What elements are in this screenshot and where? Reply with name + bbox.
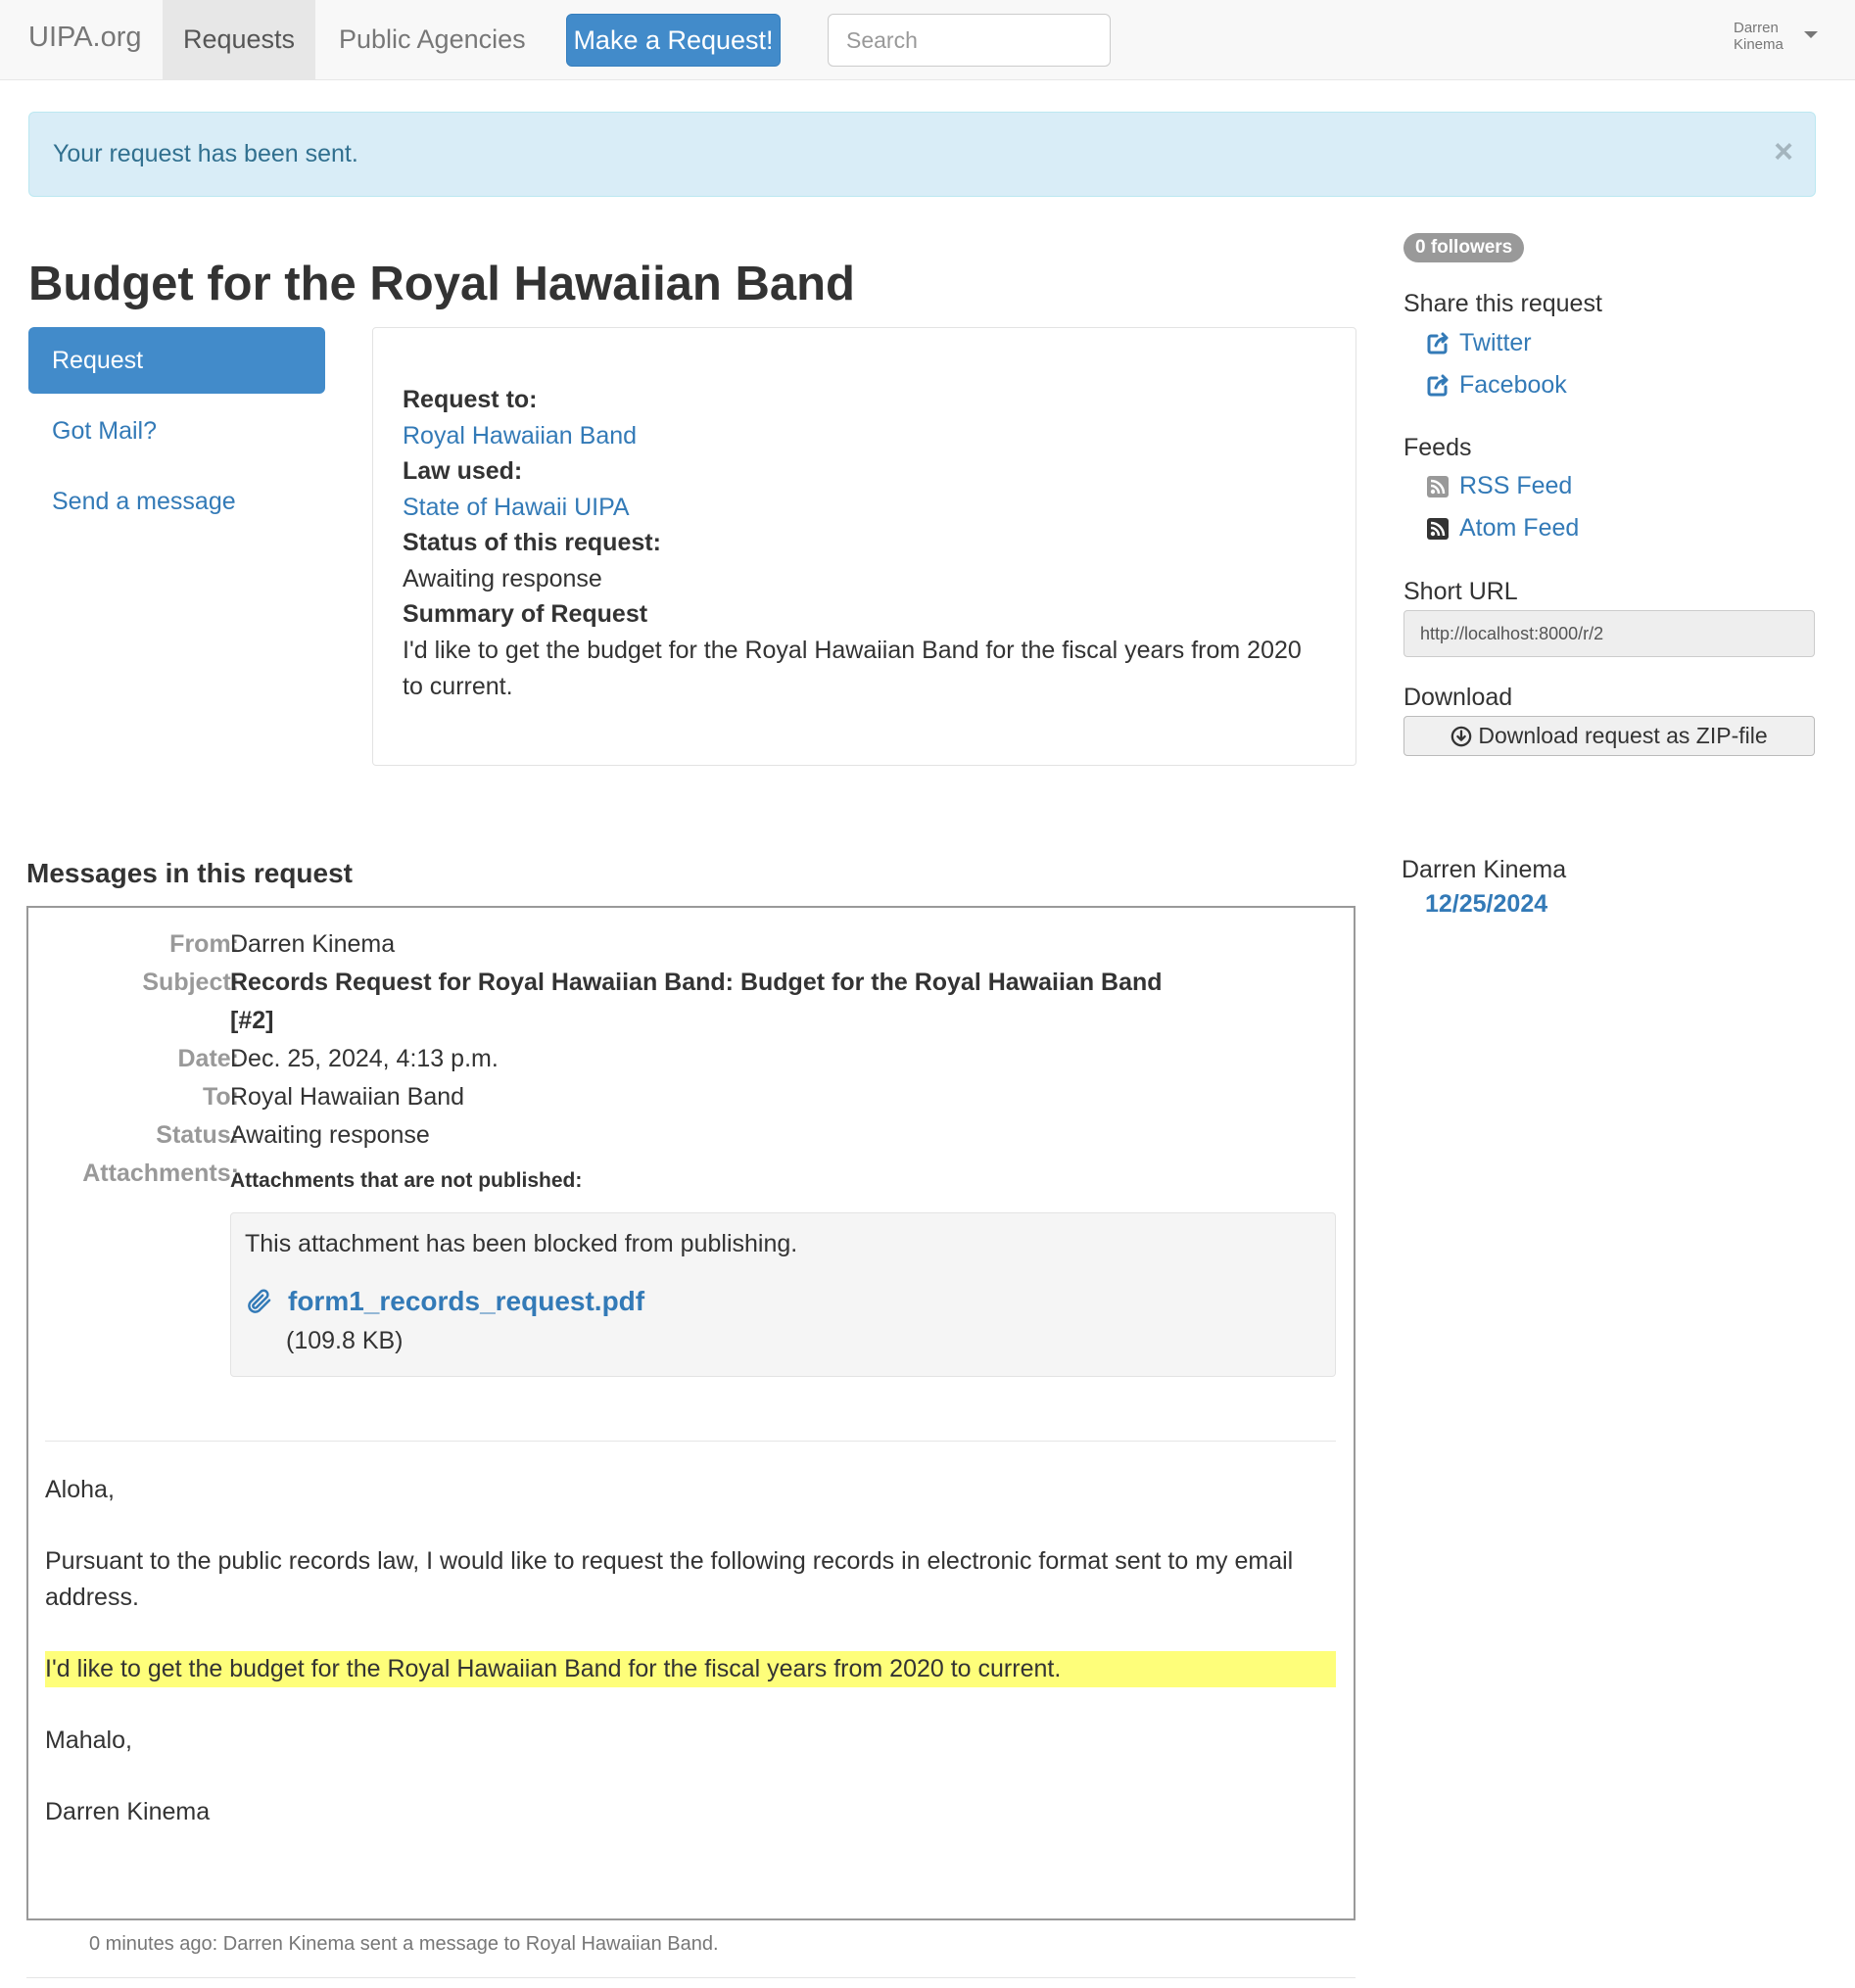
law-used-link[interactable]: State of Hawaii UIPA [403, 490, 630, 526]
message-event-note: 0 minutes ago: Darren Kinema sent a mess… [89, 1933, 719, 1955]
summary-label: Summary of Request [403, 600, 648, 628]
date-link[interactable]: Dec. 25, 2024, 4:13 p.m. [230, 1040, 499, 1078]
short-url-field[interactable]: http://localhost:8000/r/2 [1403, 610, 1815, 657]
summary-value: I'd like to get the budget for the Royal… [403, 637, 1302, 700]
body-closing: Mahalo, [45, 1727, 132, 1754]
body-greeting: Aloha, [45, 1476, 115, 1503]
caret-down-icon [1804, 31, 1818, 38]
status-value: Awaiting response [403, 565, 602, 592]
status-label: Status of this request: [403, 529, 661, 556]
nav-requests[interactable]: Requests [163, 0, 315, 79]
tab-got-mail[interactable]: Got Mail? [28, 398, 325, 464]
attachments-label: Attachments: [82, 1160, 239, 1187]
make-request-button[interactable]: Make a Request! [566, 14, 781, 67]
followers-badge: 0 followers [1403, 233, 1525, 262]
to-link[interactable]: Royal Hawaiian Band [230, 1078, 464, 1116]
blocked-attachment-panel: This attachment has been blocked from pu… [230, 1212, 1336, 1377]
timeline-date-link[interactable]: 12/25/2024 [1425, 890, 1547, 919]
attachment-link[interactable]: form1_records_request.pdf [245, 1286, 644, 1317]
user-menu-dropdown[interactable]: Darren Kinema [1734, 20, 1831, 53]
attachments-note: Attachments that are not published: [230, 1169, 583, 1192]
from-label: From: [169, 930, 239, 958]
message-divider [45, 1441, 1336, 1442]
paperclip-icon [248, 1289, 271, 1313]
subject-label: Subject: [142, 969, 239, 996]
timeline-sender: Darren Kinema [1402, 856, 1567, 883]
feeds-heading: Feeds [1403, 434, 1472, 461]
share-twitter-link[interactable]: Twitter [1426, 329, 1532, 357]
share-icon [1427, 332, 1449, 354]
request-to-label: Request to: [403, 386, 538, 413]
rss-icon [1427, 475, 1449, 497]
twitter-label: Twitter [1459, 329, 1532, 356]
alert-message: Your request has been sent. [53, 140, 358, 167]
from-value: Darren Kinema [230, 930, 396, 958]
facebook-label: Facebook [1459, 371, 1567, 399]
tab-request[interactable]: Request [28, 327, 325, 394]
download-circle-icon [1451, 726, 1472, 746]
short-url-heading: Short URL [1403, 578, 1518, 605]
attachment-filename: form1_records_request.pdf [288, 1286, 645, 1316]
download-heading: Download [1403, 684, 1513, 711]
messages-heading: Messages in this request [26, 858, 354, 888]
body-signature: Darren Kinema [45, 1798, 211, 1825]
message-card: From: Darren Kinema Subject: Records Req… [26, 906, 1356, 1920]
brand-logo-link[interactable]: UIPA.org [28, 22, 142, 54]
download-zip-button[interactable]: Download request as ZIP-file [1403, 716, 1815, 756]
atom-feed-link[interactable]: Atom Feed [1426, 514, 1579, 543]
share-icon [1427, 374, 1449, 396]
body-highlight: I'd like to get the budget for the Royal… [45, 1651, 1336, 1687]
share-heading: Share this request [1403, 290, 1602, 317]
search-input[interactable] [828, 14, 1111, 67]
download-button-label: Download request as ZIP-file [1478, 723, 1768, 748]
tab-send-message[interactable]: Send a message [28, 468, 325, 535]
user-last-name: Kinema [1734, 36, 1784, 53]
body-paragraph: Pursuant to the public records law, I wo… [45, 1547, 1294, 1611]
atom-feed-icon [1427, 517, 1449, 540]
rss-feed-link[interactable]: RSS Feed [1426, 472, 1572, 500]
close-icon[interactable]: × [1774, 132, 1793, 171]
success-alert: Your request has been sent. × [28, 112, 1816, 197]
message-status-value: Awaiting response [230, 1121, 430, 1149]
request-details-panel: Request to: Royal Hawaiian Band Law used… [372, 327, 1356, 766]
attachment-size: (109.8 KB) [286, 1327, 404, 1354]
subject-value: Records Request for Royal Hawaiian Band:… [230, 969, 1163, 1034]
request-to-link[interactable]: Royal Hawaiian Band [403, 418, 637, 454]
footer-divider [26, 1977, 1356, 1978]
blocked-message: This attachment has been blocked from pu… [245, 1230, 798, 1257]
rss-label: RSS Feed [1459, 472, 1573, 499]
atom-label: Atom Feed [1459, 514, 1580, 542]
top-navbar: UIPA.org Requests Public Agencies Make a… [0, 0, 1855, 80]
nav-public-agencies[interactable]: Public Agencies [315, 0, 549, 79]
share-facebook-link[interactable]: Facebook [1426, 371, 1567, 400]
page-title: Budget for the Royal Hawaiian Band [28, 258, 855, 310]
message-status-label: Status: [156, 1121, 239, 1149]
law-used-label: Law used: [403, 457, 523, 485]
